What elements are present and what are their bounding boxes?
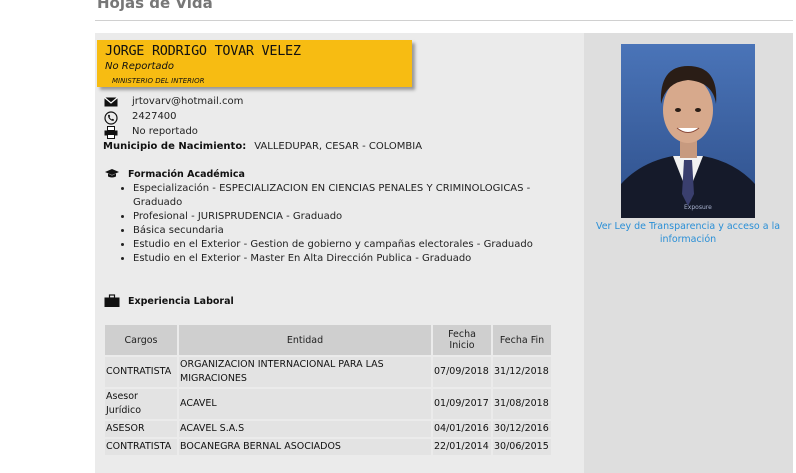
fax-value: No reportado [132, 126, 198, 137]
table-cell: 22/01/2014 [433, 439, 491, 455]
list-item: Estudio en el Exterior - Master En Alta … [133, 252, 573, 266]
education-list: Especialización - ESPECIALIZACION EN CIE… [114, 182, 573, 266]
phone-icon [104, 111, 118, 125]
profile-photo: Exposure [621, 44, 755, 218]
title-divider [95, 20, 793, 21]
experience-table: Cargos Entidad Fecha Inicio Fecha Fin CO… [103, 323, 553, 457]
transparency-link[interactable]: Ver Ley de Transparencia y acceso a la i… [586, 220, 790, 246]
printer-icon [104, 126, 118, 139]
table-row: CONTRATISTA ORGANIZACION INTERNACIONAL P… [105, 357, 551, 387]
table-cell: 31/08/2018 [493, 389, 551, 419]
table-row: ASESOR ACAVEL S.A.S 04/01/2016 30/12/201… [105, 421, 551, 437]
name-card: JORGE RODRIGO TOVAR VELEZ No Reportado M… [97, 40, 412, 87]
photo-watermark: Exposure [684, 204, 712, 211]
column-header: Fecha Fin [493, 325, 551, 355]
email-value[interactable]: jrtovarv@hotmail.com [132, 96, 243, 107]
experience-title: Experiencia Laboral [128, 296, 234, 307]
birthplace-row: Municipio de Nacimiento: VALLEDUPAR, CESA… [103, 141, 422, 152]
education-title: Formación Académica [128, 169, 245, 180]
table-cell: CONTRATISTA [105, 357, 177, 387]
table-cell: 01/09/2017 [433, 389, 491, 419]
person-name: JORGE RODRIGO TOVAR VELEZ [105, 43, 301, 59]
column-header: Fecha Inicio [433, 325, 491, 355]
table-cell: 30/06/2015 [493, 439, 551, 455]
table-row: CONTRATISTA BOCANEGRA BERNAL ASOCIADOS 2… [105, 439, 551, 455]
column-header: Cargos [105, 325, 177, 355]
table-cell: Asesor Jurídico [105, 389, 177, 419]
list-item: Estudio en el Exterior - Gestion de gobi… [133, 238, 573, 252]
table-header-row: Cargos Entidad Fecha Inicio Fecha Fin [105, 325, 551, 355]
table-cell: 30/12/2016 [493, 421, 551, 437]
table-row: Asesor Jurídico ACAVEL 01/09/2017 31/08/… [105, 389, 551, 419]
table-cell: CONTRATISTA [105, 439, 177, 455]
graduation-cap-icon [104, 167, 120, 181]
reported-status: No Reportado [105, 61, 174, 72]
table-cell: ACAVEL [179, 389, 431, 419]
briefcase-icon [104, 294, 120, 308]
table-cell: 31/12/2018 [493, 357, 551, 387]
page-title: Hojas de Vida [97, 0, 213, 12]
list-item: Profesional - JURISPRUDENCIA - Graduado [133, 210, 573, 224]
table-cell: ASESOR [105, 421, 177, 437]
birthplace-value: VALLEDUPAR, CESAR - COLOMBIA [254, 141, 423, 152]
envelope-icon [104, 96, 118, 108]
table-cell: 04/01/2016 [433, 421, 491, 437]
column-header: Entidad [179, 325, 431, 355]
table-cell: 07/09/2018 [433, 357, 491, 387]
table-cell: BOCANEGRA BERNAL ASOCIADOS [179, 439, 431, 455]
birthplace-label: Municipio de Nacimiento: [103, 141, 247, 152]
phone-value: 2427400 [132, 111, 177, 122]
organization-name: MINISTERIO DEL INTERIOR [112, 77, 205, 85]
table-cell: ORGANIZACION INTERNACIONAL PARA LAS MIGR… [179, 357, 431, 387]
list-item: Básica secundaria [133, 224, 573, 238]
list-item: Especialización - ESPECIALIZACION EN CIE… [133, 182, 573, 210]
table-cell: ACAVEL S.A.S [179, 421, 431, 437]
